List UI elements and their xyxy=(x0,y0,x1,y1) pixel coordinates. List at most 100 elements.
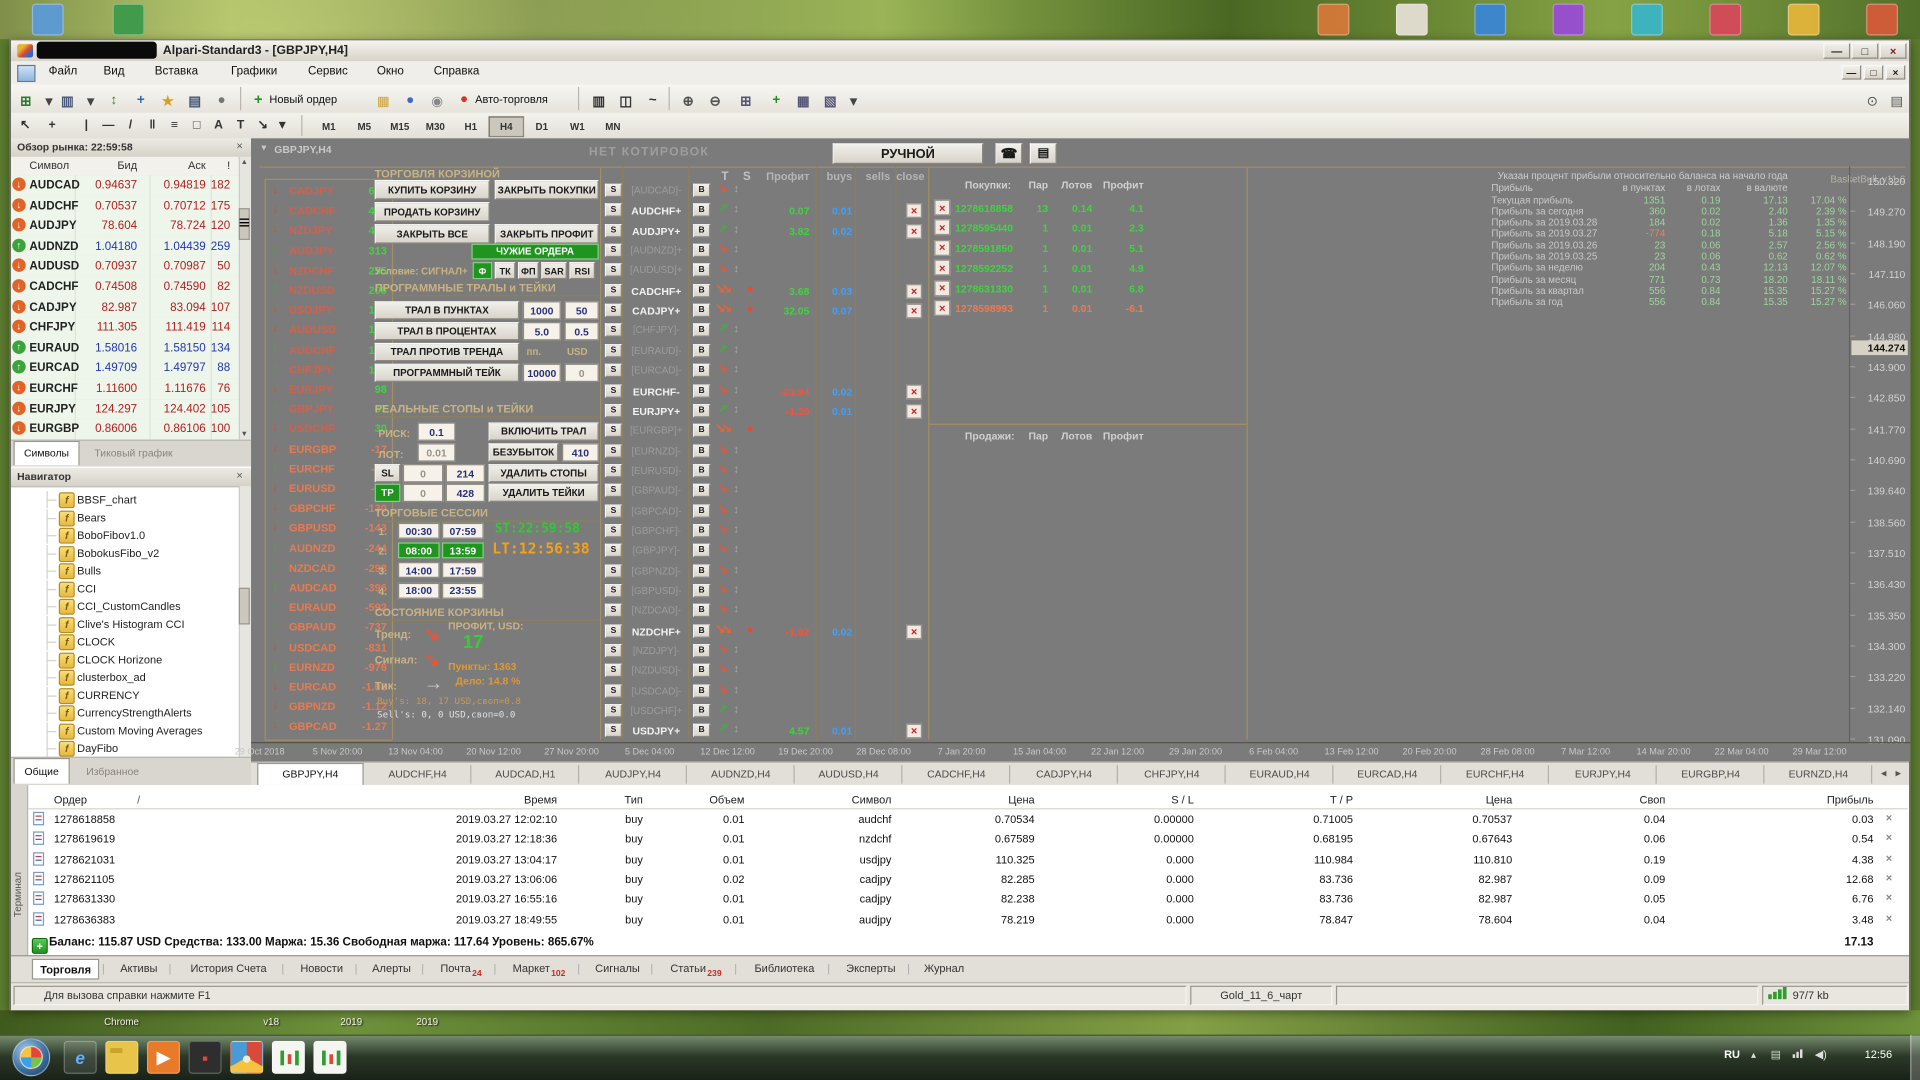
terminal-tab-торговля[interactable]: Торговля xyxy=(32,959,100,980)
grid-buy-button[interactable]: B xyxy=(693,224,710,237)
timeframe-button-H4[interactable]: H4 xyxy=(489,116,525,137)
grid-close-button[interactable]: × xyxy=(906,624,922,639)
enable-trail-button[interactable]: ВКЛЮЧИТЬ ТРАЛ xyxy=(489,422,599,440)
arrow-tool-dropdown[interactable]: ▾ xyxy=(272,115,293,136)
navigator-item-3[interactable]: BobokusFibo_v2 xyxy=(77,547,159,559)
timeframe-button-D1[interactable]: D1 xyxy=(524,116,560,137)
trail_points-value-2[interactable]: 50 xyxy=(564,301,598,319)
desktop-icon[interactable] xyxy=(113,4,145,36)
terminal-column-header[interactable]: Тип xyxy=(576,793,643,805)
profiles-icon[interactable]: ▥ xyxy=(56,89,78,111)
grid-buy-button[interactable]: B xyxy=(693,304,710,317)
grid-sell-button[interactable]: S xyxy=(605,704,622,717)
navigator-item-8[interactable]: CLOCK xyxy=(77,636,115,648)
menu-item-1[interactable]: Вид xyxy=(94,65,134,81)
grid-buy-button[interactable]: B xyxy=(693,244,710,257)
mdi-restore-button[interactable]: □ xyxy=(1864,65,1884,80)
terminal-column-header[interactable]: Объем xyxy=(661,793,744,805)
grid-close-button[interactable]: × xyxy=(906,384,922,399)
grid-buy-button[interactable]: B xyxy=(693,364,710,377)
terminal-tab-почта[interactable]: Почта24 xyxy=(431,959,491,980)
grid-sell-button[interactable]: S xyxy=(605,664,622,677)
grid-buy-button[interactable]: B xyxy=(693,664,710,677)
scroll-down-icon[interactable]: ▼ xyxy=(239,429,250,440)
taskbar-application-icon[interactable]: ▪ xyxy=(189,1041,222,1074)
grid-sell-button[interactable]: S xyxy=(605,584,622,597)
navigator-item-0[interactable]: BBSF_chart xyxy=(77,493,136,505)
navigator-item-6[interactable]: CCI_CustomCandles xyxy=(77,600,181,612)
trail-percent-button[interactable]: ТРАЛ В ПРОЦЕНТАХ xyxy=(375,322,519,340)
grid-icon[interactable]: ⊞ xyxy=(735,89,757,111)
templates-icon[interactable]: ▧ xyxy=(819,89,841,111)
grid-sell-button[interactable]: S xyxy=(605,264,622,277)
chart-collapse-icon[interactable]: ▼ xyxy=(260,144,268,153)
tray-network-icon[interactable] xyxy=(1800,1049,1802,1058)
grid-buy-button[interactable]: B xyxy=(693,284,710,297)
timeframe-button-H1[interactable]: H1 xyxy=(453,116,489,137)
terminal-column-header[interactable]: Своп xyxy=(1555,793,1665,805)
risk-input[interactable]: 0.1 xyxy=(418,422,456,440)
line-chart-icon[interactable]: ~ xyxy=(642,89,664,111)
trail-points-button[interactable]: ТРАЛ В ПУНКТАХ xyxy=(375,301,519,319)
grid-buy-button[interactable]: B xyxy=(693,584,710,597)
timeframe-button-M5[interactable]: M5 xyxy=(347,116,383,137)
chart-tab-5[interactable]: AUDUSD,H4 xyxy=(796,765,903,783)
chart-tab-12[interactable]: EURJPY,H4 xyxy=(1550,765,1657,783)
tab-symbols[interactable]: Символы xyxy=(13,441,79,465)
navigator-icon[interactable]: ★ xyxy=(157,89,179,111)
grid-buy-button[interactable]: B xyxy=(693,324,710,337)
terminal-tab-сигналы[interactable]: Сигналы xyxy=(587,959,648,980)
tray-network-icon[interactable] xyxy=(1793,1054,1795,1058)
close-button[interactable]: × xyxy=(1880,43,1907,59)
menu-item-5[interactable]: Окно xyxy=(367,65,415,81)
templates-dropdown[interactable]: ▾ xyxy=(842,89,864,111)
desktop-icon[interactable] xyxy=(1396,4,1428,36)
crosshair-icon[interactable]: + xyxy=(42,115,63,136)
terminal-column-header[interactable]: Прибыль xyxy=(1714,793,1873,805)
chart-tab-9[interactable]: EURAUD,H4 xyxy=(1227,765,1334,783)
chart-tab-10[interactable]: EURCAD,H4 xyxy=(1335,765,1442,783)
chart-tab-1[interactable]: AUDCHF,H4 xyxy=(365,765,472,783)
grid-sell-button[interactable]: S xyxy=(605,464,622,477)
desktop-icon[interactable] xyxy=(1866,4,1898,36)
text-label-icon[interactable]: T xyxy=(230,115,251,136)
navigator-item-4[interactable]: Bulls xyxy=(77,564,101,576)
text-icon[interactable]: A xyxy=(208,115,229,136)
grid-sell-button[interactable]: S xyxy=(605,204,622,217)
condition-toggle-Ф[interactable]: Ф xyxy=(473,262,493,279)
scroll-thumb[interactable] xyxy=(239,588,250,625)
grid-buy-button[interactable]: B xyxy=(693,464,710,477)
grid-close-button[interactable]: × xyxy=(906,404,922,419)
grid-buy-button[interactable]: B xyxy=(693,404,710,417)
channel-icon[interactable]: ‖ xyxy=(142,115,163,136)
grid-buy-button[interactable]: B xyxy=(693,444,710,457)
tray-network-icon[interactable] xyxy=(1796,1052,1798,1058)
terminal-column-header[interactable]: T / P xyxy=(1237,793,1353,805)
grid-buy-button[interactable]: B xyxy=(693,264,710,277)
grid-close-button[interactable]: × xyxy=(906,204,922,219)
grid-sell-button[interactable]: S xyxy=(605,284,622,297)
grid-sell-button[interactable]: S xyxy=(605,384,622,397)
timeframe-button-M1[interactable]: M1 xyxy=(311,116,347,137)
zoom-out-icon[interactable]: ⊖ xyxy=(704,89,726,111)
alien-orders-indicator[interactable]: ЧУЖИЕ ОРДЕРА xyxy=(471,244,598,260)
grid-sell-button[interactable]: S xyxy=(605,504,622,517)
grid-sell-button[interactable]: S xyxy=(605,684,622,697)
strategy-tester-icon[interactable]: ● xyxy=(211,89,233,111)
menu-item-6[interactable]: Справка xyxy=(421,65,491,81)
taskbar-mt4-icon[interactable] xyxy=(272,1041,305,1074)
condition-toggle-RSI[interactable]: RSI xyxy=(569,262,595,279)
buy-basket-button[interactable]: КУПИТЬ КОРЗИНУ xyxy=(375,180,490,200)
navigator-item-14[interactable]: DayFibo xyxy=(77,742,118,754)
navigator-item-1[interactable]: Bears xyxy=(77,511,106,523)
grid-sell-button[interactable]: S xyxy=(605,344,622,357)
tray-language[interactable]: RU xyxy=(1724,1048,1740,1060)
grid-buy-button[interactable]: B xyxy=(693,484,710,497)
grid-buy-button[interactable]: B xyxy=(693,384,710,397)
desktop-icon[interactable] xyxy=(32,4,64,36)
chart-tabs-scroll-right-icon[interactable]: ▸ xyxy=(1896,767,1902,780)
grid-buy-button[interactable]: B xyxy=(693,684,710,697)
navigator-close-icon[interactable]: × xyxy=(236,469,242,481)
signals-icon[interactable]: ◉ xyxy=(426,89,448,111)
restore-button[interactable]: □ xyxy=(1851,43,1878,59)
